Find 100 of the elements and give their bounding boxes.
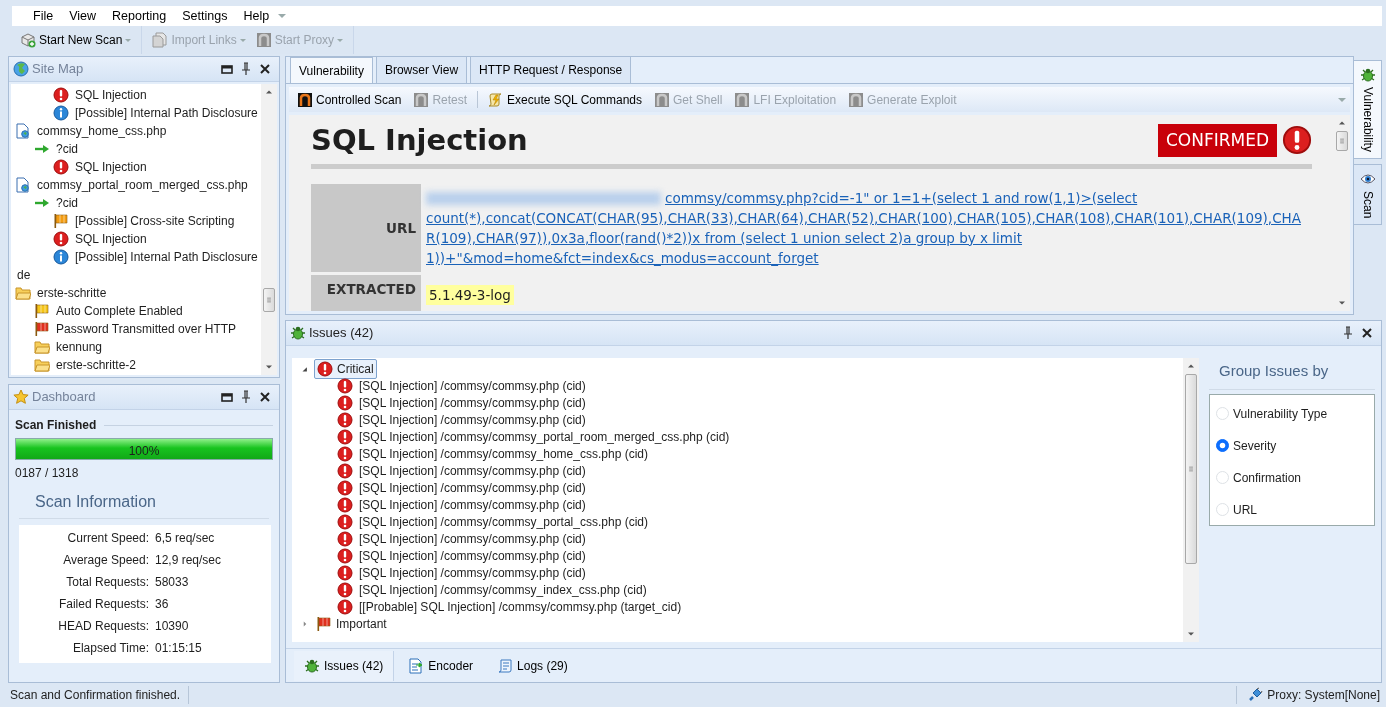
tree-item[interactable]: commsy_home_css.php bbox=[35, 122, 169, 140]
star-icon bbox=[13, 389, 29, 405]
tree-item[interactable]: [SQL Injection] /commsy/commsy.php (cid) bbox=[357, 376, 588, 395]
side-tab[interactable]: Vulnerability bbox=[1354, 60, 1382, 159]
exclamation-icon bbox=[53, 159, 69, 175]
menu-item[interactable]: Settings bbox=[175, 7, 235, 25]
tree-item[interactable]: [SQL Injection] /commsy/commsy.php (cid) bbox=[357, 410, 588, 429]
tree-item[interactable]: SQL Injection bbox=[73, 158, 149, 176]
bug-icon bbox=[290, 325, 306, 341]
grip-icon bbox=[1337, 136, 1347, 146]
toolbar-button[interactable]: Execute SQL Commands bbox=[484, 88, 647, 111]
tree-item[interactable]: ?cid bbox=[54, 194, 80, 212]
tab[interactable]: Issues (42) bbox=[294, 650, 395, 681]
exclamation-icon bbox=[337, 394, 353, 411]
url-link[interactable]: commsy/commsy.php?cid=-1" or 1=1+(select 1 and row(1,1)>(select count(*),concat(CONCAT(CHAR(95),CHAR(33),CHAR(64),CHAR(52),CHAR(100),CHAR(105),CHAR(108),CHAR(101),CHAR(109),CHAR(109),CHAR(97)),0x3a,floor(rand()*2))x from (select 1 union select 2)a group by x limit 1))+"&mod=home&fct=index&cs_modus=account_forget bbox=[426, 187, 1307, 268]
exclamation-icon bbox=[337, 547, 353, 564]
arch-icon bbox=[654, 91, 671, 108]
stat-label: Elapsed Time: bbox=[71, 640, 149, 657]
tree-item[interactable]: erste-schritte-2 bbox=[54, 356, 139, 374]
extracted-value: 5.1.49-3-log bbox=[426, 284, 514, 305]
tree-item[interactable]: [SQL Injection] /commsy/commsy.php (cid) bbox=[357, 563, 588, 582]
exclamation-icon bbox=[337, 581, 353, 598]
scrollbar[interactable] bbox=[1183, 358, 1199, 642]
arch-icon bbox=[255, 32, 272, 48]
progress-count: 0187 / 1318 bbox=[15, 465, 80, 482]
status-message: Scan and Confirmation finished. bbox=[10, 686, 190, 704]
tree-item[interactable]: [SQL Injection] /commsy/commsy_home_css.php (cid) bbox=[357, 444, 650, 463]
radio-label: Severity bbox=[1233, 437, 1277, 455]
stat-value: 01:15:15 bbox=[155, 640, 203, 657]
exclamation-icon bbox=[337, 513, 353, 530]
stat-value: 36 bbox=[155, 596, 170, 613]
tree-item[interactable]: [SQL Injection] /commsy/commsy_portal_room_merged_css.php (cid) bbox=[357, 427, 732, 446]
exclamation-icon bbox=[337, 479, 353, 496]
document-icon bbox=[15, 177, 31, 193]
exclamation-icon bbox=[337, 462, 353, 479]
tree-item[interactable]: de bbox=[15, 266, 33, 284]
tab[interactable]: Vulnerability bbox=[290, 57, 373, 83]
tree-item[interactable]: [SQL Injection] /commsy/commsy.php (cid) bbox=[357, 478, 588, 497]
stat-label: Average Speed: bbox=[62, 552, 149, 569]
report-title: SQL Injection bbox=[311, 123, 528, 158]
info-icon bbox=[53, 105, 69, 121]
exclamation-icon bbox=[337, 428, 353, 445]
progress-text: 100% bbox=[127, 443, 161, 460]
tree-item[interactable]: SQL Injection bbox=[73, 86, 149, 104]
tree-item[interactable]: Password Transmitted over HTTP bbox=[54, 320, 239, 338]
stat-value: 10390 bbox=[155, 618, 190, 635]
scrollbar[interactable] bbox=[261, 84, 277, 375]
tree-item[interactable]: Critical bbox=[314, 358, 377, 379]
grip-icon bbox=[264, 295, 274, 305]
tree-item[interactable]: commsy_portal_room_merged_css.php bbox=[35, 176, 250, 194]
tree-item[interactable]: [SQL Injection] /commsy/commsy.php (cid) bbox=[357, 393, 588, 412]
stat-label: Failed Requests: bbox=[57, 596, 149, 613]
arch-icon bbox=[297, 91, 313, 108]
tab[interactable]: Encoder bbox=[398, 650, 484, 681]
tab[interactable]: Browser View bbox=[375, 56, 468, 83]
tree-item[interactable]: [SQL Injection] /commsy/commsy_index_css.php (cid) bbox=[357, 580, 649, 599]
toolbar-button[interactable]: Controlled Scan bbox=[293, 88, 406, 111]
menu-item[interactable]: Reporting bbox=[105, 7, 174, 25]
exclamation-icon bbox=[1282, 125, 1312, 156]
tab[interactable]: Logs (29) bbox=[487, 650, 578, 681]
radio-button[interactable] bbox=[1216, 439, 1229, 452]
menu-item[interactable]: File bbox=[26, 7, 61, 25]
tree-item[interactable]: kennung bbox=[54, 338, 105, 356]
panel-title: Issues (42) bbox=[309, 324, 375, 343]
menu-item[interactable]: View bbox=[62, 7, 104, 25]
section-title: Scan Information bbox=[19, 488, 269, 519]
menu-item[interactable]: Help bbox=[236, 7, 277, 25]
arch-icon bbox=[734, 91, 751, 108]
tree-item[interactable]: [Possible] Internal Path Disclosure bbox=[73, 248, 260, 266]
tree-item[interactable]: Important bbox=[314, 614, 389, 633]
grip-icon bbox=[1186, 464, 1196, 474]
tree-item[interactable]: [SQL Injection] /commsy/commsy.php (cid) bbox=[357, 495, 588, 514]
proxy-status: Proxy: System[None] bbox=[1267, 687, 1380, 704]
folder-icon bbox=[34, 339, 50, 355]
tree-item[interactable]: erste-schritte bbox=[35, 284, 109, 302]
globe-icon bbox=[13, 61, 29, 77]
info-icon bbox=[53, 249, 69, 265]
tree-item[interactable]: [SQL Injection] /commsy/commsy.php (cid) bbox=[357, 461, 588, 480]
tree-item[interactable]: [[Probable] SQL Injection] /commsy/commsy.php (target_cid) bbox=[357, 597, 684, 616]
panel-title: Site Map bbox=[32, 60, 85, 79]
exclamation-icon bbox=[337, 598, 353, 615]
tree-item[interactable]: Auto Complete Enabled bbox=[54, 302, 185, 320]
stat-label: HEAD Requests: bbox=[57, 618, 149, 635]
exclamation-icon bbox=[337, 377, 353, 394]
exclamation-icon bbox=[53, 87, 69, 103]
tree-item[interactable]: [SQL Injection] /commsy/commsy_portal_css.php (cid) bbox=[357, 512, 650, 531]
tree-item[interactable]: ?cid bbox=[54, 140, 80, 158]
status-text: Scan Finished bbox=[15, 417, 97, 434]
side-tab[interactable]: Scan bbox=[1354, 163, 1382, 226]
toolbar-button[interactable]: Start New Scan bbox=[16, 29, 136, 51]
exclamation-icon bbox=[337, 445, 353, 462]
tree-item[interactable]: [SQL Injection] /commsy/commsy.php (cid) bbox=[357, 546, 588, 565]
tree-item[interactable]: [SQL Injection] /commsy/commsy.php (cid) bbox=[357, 529, 588, 548]
panel-title: Dashboard bbox=[32, 388, 97, 407]
tree-item[interactable]: SQL Injection bbox=[73, 230, 149, 248]
scroll-icon bbox=[497, 657, 514, 674]
tree-item[interactable]: [Possible] Internal Path Disclosure bbox=[73, 104, 260, 122]
tree-item[interactable]: [Possible] Cross-site Scripting bbox=[73, 212, 237, 230]
folder-icon bbox=[15, 285, 31, 301]
tab[interactable]: HTTP Request / Response bbox=[470, 56, 632, 83]
